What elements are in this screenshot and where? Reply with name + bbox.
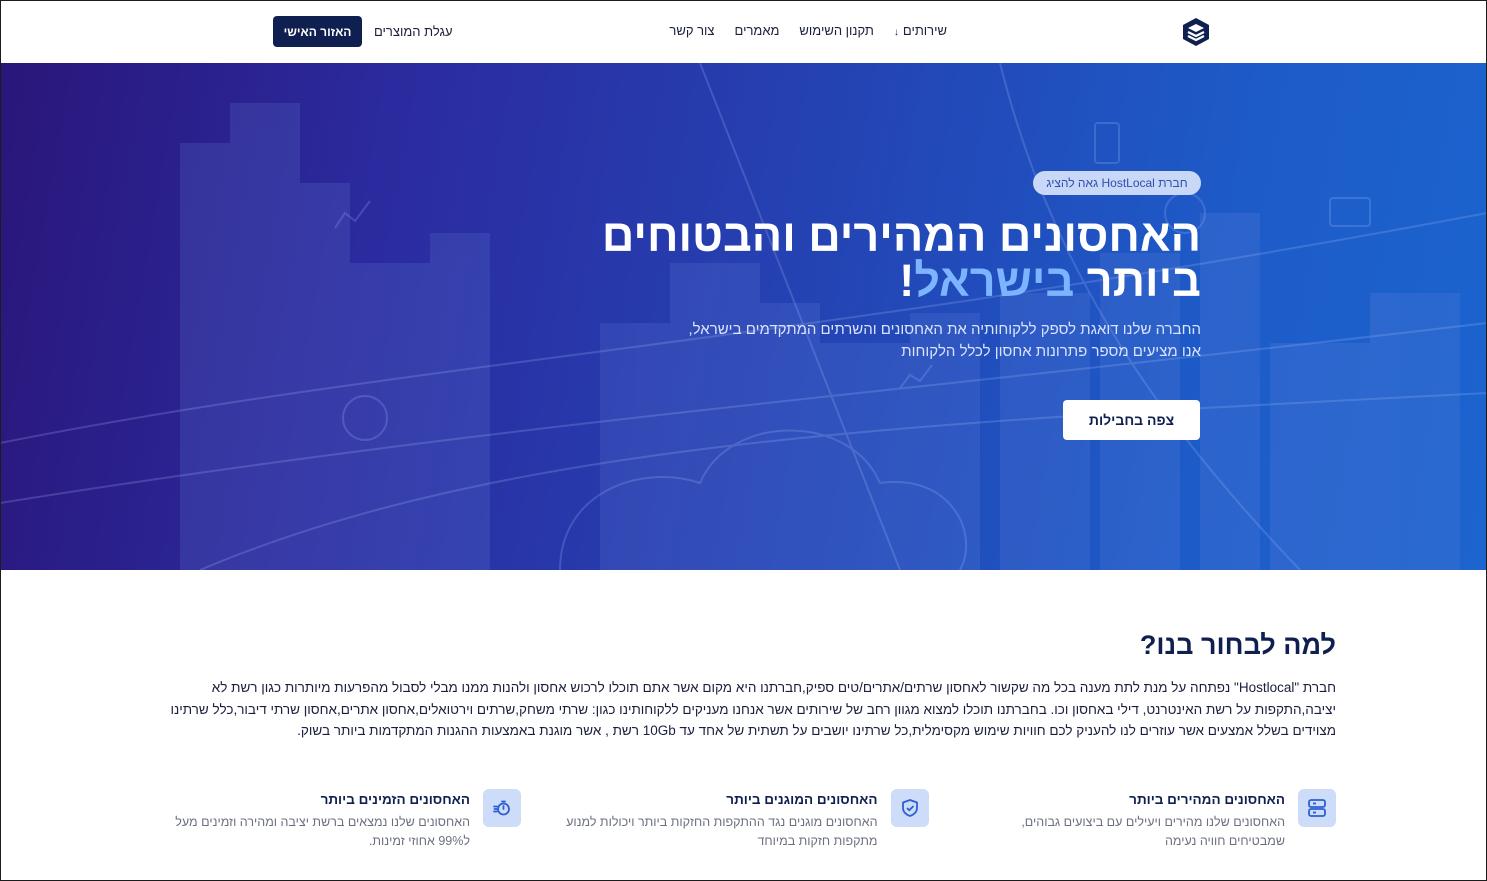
why-us-text: חברת "Hostlocal" נפתחה על מנת לתת מענה ב…	[170, 680, 1336, 738]
feature-title: האחסונים הזמינים ביותר	[320, 792, 470, 807]
why-us-title: למה לבחור בנו?	[1139, 630, 1336, 660]
feature-available: האחסונים הזמינים ביותר האחסונים שלנו נמצ…	[151, 789, 521, 851]
stacked-layers-logo-icon[interactable]	[1181, 17, 1211, 47]
main-menu: שירותים↓ תקנון השימוש מאמרים צור קשר	[669, 23, 947, 38]
feature-body: האחסונים הזמינים ביותר האחסונים שלנו נמצ…	[150, 789, 470, 851]
features-row: האחסונים המהירים ביותר האחסונים שלנו מהי…	[151, 789, 1336, 851]
hero-subtitle-line1: החברה שלנו דואגת לספק ללקוחותיה את האחסו…	[688, 321, 1201, 338]
hero-title: האחסונים המהירים והבטוחים ביותר בישראל!	[501, 213, 1201, 303]
hero-badge: חברת HostLocal גאה להציג	[1033, 171, 1201, 195]
feature-description: האחסונים שלנו מהירים ויעילים עם ביצועים …	[1021, 815, 1285, 848]
nav-articles[interactable]: מאמרים	[735, 23, 780, 38]
account-button[interactable]: האזור האישי	[273, 16, 362, 47]
nav-services[interactable]: שירותים↓	[894, 23, 947, 38]
top-navigation: שירותים↓ תקנון השימוש מאמרים צור קשר עגל…	[0, 0, 1487, 63]
feature-body: האחסונים המוגנים ביותר האחסונים מוגנים נ…	[558, 789, 878, 851]
nav-contact[interactable]: צור קשר	[669, 23, 714, 38]
stopwatch-icon	[483, 789, 521, 827]
hero-subtitle: החברה שלנו דואגת לספק ללקוחותיה את האחסו…	[641, 319, 1201, 363]
hero-section: חברת HostLocal גאה להציג האחסונים המהירי…	[0, 63, 1487, 570]
feature-fastest: האחסונים המהירים ביותר האחסונים שלנו מהי…	[966, 789, 1336, 851]
hero-title-line1: האחסונים המהירים והבטוחים	[601, 210, 1201, 261]
feature-body: האחסונים המהירים ביותר האחסונים שלנו מהי…	[965, 789, 1285, 851]
feature-title: האחסונים המוגנים ביותר	[726, 792, 878, 807]
server-icon	[1298, 789, 1336, 827]
hero-title-line2-start: ביותר	[1074, 255, 1201, 306]
chevron-down-icon: ↓	[893, 27, 899, 38]
hero-title-highlight: בישראל	[914, 255, 1075, 306]
feature-description: האחסונים שלנו נמצאים ברשת יציבה ומהירה ו…	[175, 815, 470, 848]
nav-services-label: שירותים	[902, 23, 947, 38]
view-packages-button[interactable]: צפה בחבילות	[1063, 400, 1200, 440]
feature-description: האחסונים מוגנים נגד ההתקפות החזקות ביותר…	[566, 815, 878, 848]
city-network-background	[0, 63, 1487, 570]
hero-subtitle-line2: אנו מציעים מספר פתרונות אחסון לכלל הלקוח…	[901, 343, 1201, 360]
nav-terms[interactable]: תקנון השימוש	[799, 23, 873, 38]
shield-check-icon	[890, 789, 929, 827]
feature-protected: האחסונים המוגנים ביותר האחסונים מוגנים נ…	[559, 789, 929, 851]
cart-link[interactable]: עגלת המוצרים	[374, 24, 453, 39]
hero-title-line2-end: !	[899, 255, 915, 306]
feature-title: האחסונים המהירים ביותר	[1129, 792, 1285, 807]
